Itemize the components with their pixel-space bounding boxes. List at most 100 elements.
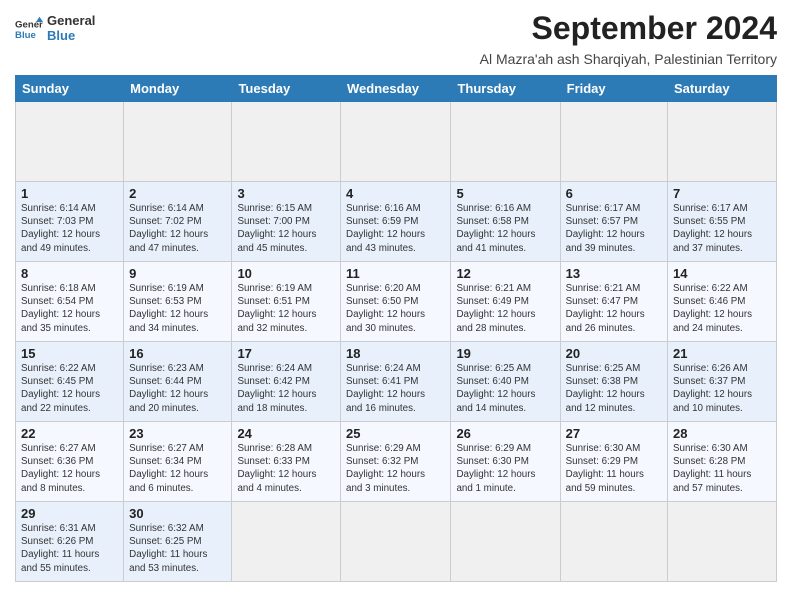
day-info: Sunrise: 6:27 AM Sunset: 6:36 PM Dayligh…	[21, 442, 118, 495]
calendar-cell: 18Sunrise: 6:24 AM Sunset: 6:41 PM Dayli…	[341, 342, 451, 422]
calendar-cell	[560, 102, 667, 182]
calendar-cell: 5Sunrise: 6:16 AM Sunset: 6:58 PM Daylig…	[451, 182, 560, 262]
weekday-header-friday: Friday	[560, 76, 667, 102]
calendar-cell: 9Sunrise: 6:19 AM Sunset: 6:53 PM Daylig…	[124, 262, 232, 342]
day-number: 13	[566, 266, 662, 281]
weekday-header-row: SundayMondayTuesdayWednesdayThursdayFrid…	[16, 76, 777, 102]
day-info: Sunrise: 6:19 AM Sunset: 6:53 PM Dayligh…	[129, 282, 226, 335]
day-info: Sunrise: 6:27 AM Sunset: 6:34 PM Dayligh…	[129, 442, 226, 495]
day-info: Sunrise: 6:25 AM Sunset: 6:38 PM Dayligh…	[566, 362, 662, 415]
weekday-header-saturday: Saturday	[668, 76, 777, 102]
calendar-cell: 30Sunrise: 6:32 AM Sunset: 6:25 PM Dayli…	[124, 502, 232, 582]
day-info: Sunrise: 6:26 AM Sunset: 6:37 PM Dayligh…	[673, 362, 771, 415]
day-info: Sunrise: 6:15 AM Sunset: 7:00 PM Dayligh…	[237, 202, 335, 255]
calendar-cell: 21Sunrise: 6:26 AM Sunset: 6:37 PM Dayli…	[668, 342, 777, 422]
day-number: 6	[566, 186, 662, 201]
day-info: Sunrise: 6:29 AM Sunset: 6:30 PM Dayligh…	[456, 442, 554, 495]
calendar-cell	[451, 502, 560, 582]
day-number: 17	[237, 346, 335, 361]
day-number: 11	[346, 266, 445, 281]
svg-text:Blue: Blue	[15, 29, 36, 40]
day-number: 5	[456, 186, 554, 201]
calendar-cell: 25Sunrise: 6:29 AM Sunset: 6:32 PM Dayli…	[341, 422, 451, 502]
day-info: Sunrise: 6:25 AM Sunset: 6:40 PM Dayligh…	[456, 362, 554, 415]
calendar-cell: 11Sunrise: 6:20 AM Sunset: 6:50 PM Dayli…	[341, 262, 451, 342]
calendar-cell: 28Sunrise: 6:30 AM Sunset: 6:28 PM Dayli…	[668, 422, 777, 502]
calendar-cell	[668, 102, 777, 182]
day-number: 9	[129, 266, 226, 281]
day-info: Sunrise: 6:14 AM Sunset: 7:03 PM Dayligh…	[21, 202, 118, 255]
calendar-cell: 27Sunrise: 6:30 AM Sunset: 6:29 PM Dayli…	[560, 422, 667, 502]
calendar-cell: 15Sunrise: 6:22 AM Sunset: 6:45 PM Dayli…	[16, 342, 124, 422]
calendar-cell: 24Sunrise: 6:28 AM Sunset: 6:33 PM Dayli…	[232, 422, 341, 502]
calendar-cell: 12Sunrise: 6:21 AM Sunset: 6:49 PM Dayli…	[451, 262, 560, 342]
day-number: 16	[129, 346, 226, 361]
day-number: 30	[129, 506, 226, 521]
logo-text-blue: Blue	[47, 29, 95, 43]
weekday-header-wednesday: Wednesday	[341, 76, 451, 102]
day-number: 4	[346, 186, 445, 201]
calendar-cell	[451, 102, 560, 182]
day-info: Sunrise: 6:30 AM Sunset: 6:29 PM Dayligh…	[566, 442, 662, 495]
day-number: 3	[237, 186, 335, 201]
weekday-header-monday: Monday	[124, 76, 232, 102]
day-number: 19	[456, 346, 554, 361]
weekday-header-tuesday: Tuesday	[232, 76, 341, 102]
day-info: Sunrise: 6:32 AM Sunset: 6:25 PM Dayligh…	[129, 522, 226, 575]
day-info: Sunrise: 6:16 AM Sunset: 6:58 PM Dayligh…	[456, 202, 554, 255]
calendar-container: General Blue General Blue September 2024…	[0, 0, 792, 612]
day-number: 8	[21, 266, 118, 281]
day-number: 18	[346, 346, 445, 361]
logo: General Blue General Blue	[15, 14, 95, 43]
calendar-cell: 19Sunrise: 6:25 AM Sunset: 6:40 PM Dayli…	[451, 342, 560, 422]
day-info: Sunrise: 6:23 AM Sunset: 6:44 PM Dayligh…	[129, 362, 226, 415]
day-number: 20	[566, 346, 662, 361]
calendar-cell	[341, 102, 451, 182]
calendar-cell: 29Sunrise: 6:31 AM Sunset: 6:26 PM Dayli…	[16, 502, 124, 582]
weekday-header-sunday: Sunday	[16, 76, 124, 102]
calendar-cell: 4Sunrise: 6:16 AM Sunset: 6:59 PM Daylig…	[341, 182, 451, 262]
calendar-cell: 6Sunrise: 6:17 AM Sunset: 6:57 PM Daylig…	[560, 182, 667, 262]
day-info: Sunrise: 6:31 AM Sunset: 6:26 PM Dayligh…	[21, 522, 118, 575]
day-number: 15	[21, 346, 118, 361]
calendar-cell	[232, 102, 341, 182]
day-number: 25	[346, 426, 445, 441]
day-number: 7	[673, 186, 771, 201]
day-number: 22	[21, 426, 118, 441]
day-number: 10	[237, 266, 335, 281]
day-info: Sunrise: 6:16 AM Sunset: 6:59 PM Dayligh…	[346, 202, 445, 255]
calendar-table: SundayMondayTuesdayWednesdayThursdayFrid…	[15, 75, 777, 582]
day-number: 29	[21, 506, 118, 521]
calendar-cell: 7Sunrise: 6:17 AM Sunset: 6:55 PM Daylig…	[668, 182, 777, 262]
month-title: September 2024	[532, 10, 777, 47]
day-info: Sunrise: 6:21 AM Sunset: 6:49 PM Dayligh…	[456, 282, 554, 335]
logo-text-general: General	[47, 14, 95, 28]
calendar-cell: 23Sunrise: 6:27 AM Sunset: 6:34 PM Dayli…	[124, 422, 232, 502]
day-info: Sunrise: 6:24 AM Sunset: 6:42 PM Dayligh…	[237, 362, 335, 415]
calendar-cell: 8Sunrise: 6:18 AM Sunset: 6:54 PM Daylig…	[16, 262, 124, 342]
day-number: 2	[129, 186, 226, 201]
calendar-cell: 10Sunrise: 6:19 AM Sunset: 6:51 PM Dayli…	[232, 262, 341, 342]
calendar-cell: 17Sunrise: 6:24 AM Sunset: 6:42 PM Dayli…	[232, 342, 341, 422]
day-number: 28	[673, 426, 771, 441]
day-number: 1	[21, 186, 118, 201]
calendar-cell: 2Sunrise: 6:14 AM Sunset: 7:02 PM Daylig…	[124, 182, 232, 262]
day-info: Sunrise: 6:29 AM Sunset: 6:32 PM Dayligh…	[346, 442, 445, 495]
day-info: Sunrise: 6:24 AM Sunset: 6:41 PM Dayligh…	[346, 362, 445, 415]
day-number: 14	[673, 266, 771, 281]
day-info: Sunrise: 6:19 AM Sunset: 6:51 PM Dayligh…	[237, 282, 335, 335]
calendar-cell: 14Sunrise: 6:22 AM Sunset: 6:46 PM Dayli…	[668, 262, 777, 342]
calendar-cell: 22Sunrise: 6:27 AM Sunset: 6:36 PM Dayli…	[16, 422, 124, 502]
day-number: 12	[456, 266, 554, 281]
calendar-cell	[232, 502, 341, 582]
weekday-header-thursday: Thursday	[451, 76, 560, 102]
day-info: Sunrise: 6:20 AM Sunset: 6:50 PM Dayligh…	[346, 282, 445, 335]
calendar-cell: 13Sunrise: 6:21 AM Sunset: 6:47 PM Dayli…	[560, 262, 667, 342]
calendar-cell: 16Sunrise: 6:23 AM Sunset: 6:44 PM Dayli…	[124, 342, 232, 422]
day-info: Sunrise: 6:22 AM Sunset: 6:45 PM Dayligh…	[21, 362, 118, 415]
day-info: Sunrise: 6:17 AM Sunset: 6:57 PM Dayligh…	[566, 202, 662, 255]
logo-icon: General Blue	[15, 15, 43, 43]
day-number: 26	[456, 426, 554, 441]
calendar-cell: 1Sunrise: 6:14 AM Sunset: 7:03 PM Daylig…	[16, 182, 124, 262]
calendar-cell: 26Sunrise: 6:29 AM Sunset: 6:30 PM Dayli…	[451, 422, 560, 502]
